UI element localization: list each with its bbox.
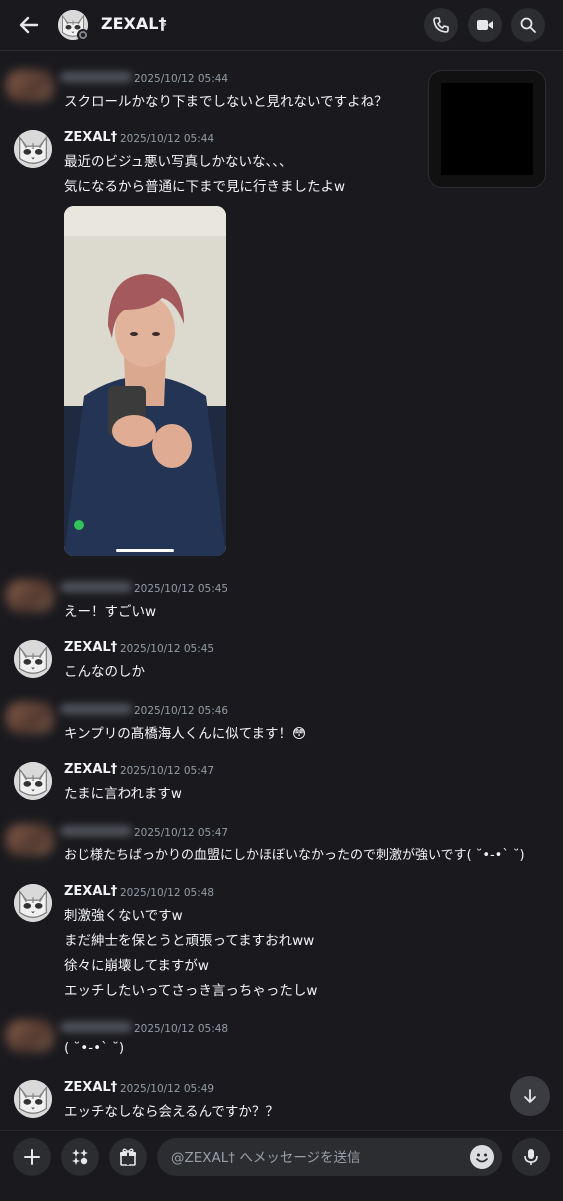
username[interactable]: ZEXAL† xyxy=(64,1080,117,1095)
message-text[interactable]: たまに言われますw xyxy=(64,782,182,802)
blurred-username xyxy=(60,826,132,836)
microphone-icon[interactable] xyxy=(512,1138,550,1176)
blurred-username xyxy=(60,582,132,592)
scroll-to-bottom-button[interactable] xyxy=(510,1076,550,1116)
timestamp: 2025/10/12 05:44 xyxy=(134,73,229,85)
message-text[interactable]: 徐々に崩壊してますがw xyxy=(64,954,209,974)
username[interactable]: ZEXAL† xyxy=(64,762,117,777)
phone-icon[interactable] xyxy=(424,8,458,42)
message-text[interactable]: エッチしたいってさっき言っちゃったしw xyxy=(64,979,317,999)
search-icon[interactable] xyxy=(511,8,545,42)
username[interactable]: ZEXAL† xyxy=(64,130,117,145)
message-input-container xyxy=(157,1138,502,1178)
username[interactable]: ZEXAL† xyxy=(64,884,117,899)
user-avatar[interactable] xyxy=(14,762,52,800)
media-thumbnail[interactable] xyxy=(428,70,546,188)
timestamp: 2025/10/12 05:48 xyxy=(134,1023,229,1035)
username[interactable]: ZEXAL† xyxy=(64,640,117,655)
timestamp: 2025/10/12 05:46 xyxy=(134,705,229,717)
plus-icon[interactable] xyxy=(13,1138,51,1176)
blurred-username xyxy=(60,1022,132,1032)
blurred-avatar xyxy=(6,1020,54,1052)
gift-icon[interactable] xyxy=(109,1138,147,1176)
message-text[interactable]: まだ紳士を保とうと頑張ってますおれww xyxy=(64,929,314,949)
blurred-avatar xyxy=(6,702,54,734)
timestamp: 2025/10/12 05:44 xyxy=(120,133,215,145)
message-text[interactable]: エッチなしなら会えるんですか？？ xyxy=(64,1100,279,1120)
timestamp: 2025/10/12 05:49 xyxy=(120,1083,215,1095)
back-arrow-icon[interactable] xyxy=(16,12,42,38)
blurred-username xyxy=(60,72,132,82)
message-text[interactable]: えー！すごいw xyxy=(64,600,156,620)
photo-attachment[interactable] xyxy=(64,206,226,556)
message-text[interactable]: 刺激強くないですw xyxy=(64,904,183,924)
timestamp: 2025/10/12 05:45 xyxy=(120,643,215,655)
user-avatar[interactable] xyxy=(14,884,52,922)
chevron-right-icon[interactable]: › xyxy=(161,14,167,33)
blurred-username xyxy=(60,704,132,714)
user-avatar[interactable] xyxy=(14,640,52,678)
timestamp: 2025/10/12 05:48 xyxy=(120,887,215,899)
message-text[interactable]: こんなのしか xyxy=(64,660,145,680)
message-text[interactable]: キンプリの髙橋海人くんに似てます！😳 xyxy=(64,722,306,742)
user-avatar[interactable] xyxy=(14,1080,52,1118)
message-text[interactable]: おじ様たちばっかりの血盟にしかほぼいなかったので刺激が強いです( ˘•-•` ˘… xyxy=(64,844,525,863)
blurred-avatar xyxy=(6,580,54,612)
blurred-avatar xyxy=(6,70,54,102)
chat-header: ZEXAL† › xyxy=(0,0,563,51)
apps-icon[interactable] xyxy=(61,1138,99,1176)
video-camera-icon[interactable] xyxy=(468,8,502,42)
contact-name[interactable]: ZEXAL† xyxy=(101,14,166,33)
message-text[interactable]: 気になるから普通に下まで見に行きましたよw xyxy=(64,175,345,195)
offline-status-icon xyxy=(77,29,89,41)
timestamp: 2025/10/12 05:45 xyxy=(134,583,229,595)
user-avatar[interactable] xyxy=(14,130,52,168)
emoji-icon[interactable] xyxy=(470,1145,494,1169)
message-input[interactable] xyxy=(169,1138,463,1178)
blurred-avatar xyxy=(6,824,54,856)
arrow-down-icon xyxy=(524,1089,536,1103)
timestamp: 2025/10/12 05:47 xyxy=(120,765,215,777)
message-text[interactable]: スクロールかなり下までしないと見れないですよね？ xyxy=(64,90,388,110)
timestamp: 2025/10/12 05:47 xyxy=(134,827,229,839)
message-text[interactable]: ( ˘•-•` ˘) xyxy=(64,1040,124,1056)
message-text[interactable]: 最近のビジュ悪い写真しかないな、、、 xyxy=(64,150,293,170)
